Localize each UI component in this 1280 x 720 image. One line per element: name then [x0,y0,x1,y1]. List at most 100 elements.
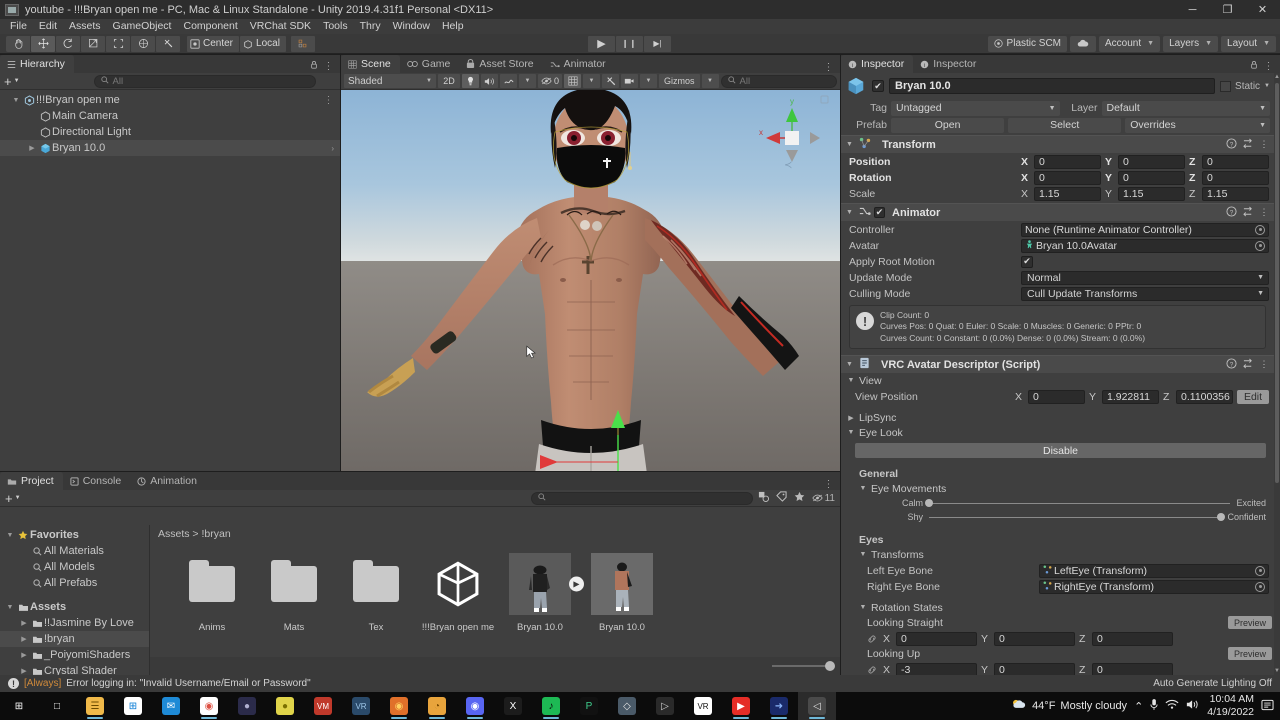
eye-slider-shy[interactable]: Shy Confident [881,510,1266,524]
status-bar[interactable]: ! [Always] Error logging in: "Invalid Us… [0,675,1280,692]
scene-fx-dropdown[interactable]: ▼ [519,74,536,88]
taskbar-firefox[interactable]: ◉ [380,692,418,720]
transform-scale-y[interactable]: 1.15 [1118,186,1185,201]
create-gameobject-button[interactable]: + ▼ [4,75,20,88]
tab-inspector[interactable]: i Inspector [913,55,986,73]
taskbar-mail[interactable]: ✉ [152,692,190,720]
hierarchy-menu-icon[interactable]: ⋮ [324,61,335,72]
foldout-icon[interactable]: ▼ [846,361,854,368]
taskbar-unity-editor[interactable]: ◁ [798,692,836,720]
object-picker-icon[interactable] [1255,581,1265,592]
asset-item[interactable]: ▶ Bryan 10.0 [508,552,584,633]
scene-grid-icon[interactable] [564,74,582,88]
foldout-icon[interactable]: ▼ [846,209,854,216]
scene-audio-icon[interactable] [481,74,498,88]
taskbar-steamvr[interactable]: VR [342,692,380,720]
eye-movements-foldout[interactable]: ▼ Eye Movements [841,481,1274,496]
taskbar-cursor-app[interactable]: ➜ [760,692,798,720]
rotation-states-foldout[interactable]: ▼ Rotation States [841,600,1274,615]
rotation-state-x[interactable]: -3 [896,662,977,675]
rotation-state-preview-button[interactable]: Preview [1228,647,1272,661]
transform-rotation-y[interactable]: 0 [1118,170,1185,185]
transform-position-z[interactable]: 0 [1202,154,1269,169]
pivot-mode-button[interactable]: Center [187,35,240,52]
project-tree-item-bryan[interactable]: ▶ !bryan [0,631,149,647]
animator-culling-mode-dropdown[interactable]: Cull Update Transforms ▼ [1021,286,1269,301]
row-menu-icon[interactable]: ⋮ [324,95,335,106]
rotation-state-z[interactable]: 0 [1092,662,1173,675]
transform-tool-icon[interactable] [131,35,155,52]
cloud-icon[interactable] [1070,35,1096,52]
gameobject-name-field[interactable]: Bryan 10.0 [889,78,1216,94]
gizmos-dropdown[interactable]: ▼ [701,74,719,88]
plastic-scm-button[interactable]: Plastic SCM [987,35,1067,52]
project-menu-icon[interactable]: ⋮ [824,479,835,490]
scene-viewport[interactable]: y x ≺ [341,90,840,471]
project-tree-item-jasmine-by-love[interactable]: ▶ !!Jasmine By Love [0,615,149,631]
menu-item-window[interactable]: Window [387,19,436,34]
taskbar-plastic-scm[interactable]: P [570,692,608,720]
transform-scale-x[interactable]: 1.15 [1034,186,1101,201]
hierarchy-search-input[interactable]: All [93,74,316,88]
transform-rotation-z[interactable]: 0 [1202,170,1269,185]
project-tree-item-assets[interactable]: ▼ Assets [0,599,149,615]
custom-tool-icon[interactable] [156,35,180,52]
menu-item-tools[interactable]: Tools [317,19,354,34]
project-tree-item-crystal-shader[interactable]: ▶ Crystal Shader [0,663,149,675]
tab-project[interactable]: Project [0,472,63,490]
view-position-x[interactable]: 0 [1028,389,1085,404]
view-position-edit-button[interactable]: Edit [1237,389,1269,404]
left-eye-bone-field[interactable]: LeftEye (Transform) [1039,563,1269,578]
help-icon[interactable]: ? [1225,206,1237,219]
filter-by-label-icon[interactable] [775,491,787,505]
component-menu-icon[interactable]: ⋮ [1260,359,1270,370]
project-tree-item-poiyomishaders[interactable]: ▶ _PoiyomiShaders [0,647,149,663]
move-tool-icon[interactable] [31,35,55,52]
view-position-z[interactable]: 0.1100356 [1176,389,1233,404]
scroll-down-arrow[interactable]: ▼ [1274,668,1280,674]
hand-tool-icon[interactable] [6,35,30,52]
animator-avatar-field[interactable]: Bryan 10.0Avatar [1021,238,1269,253]
transform-rotation-x[interactable]: 0 [1034,170,1101,185]
taskbar-vrchat-creator[interactable]: ▷ [646,692,684,720]
right-eye-bone-field[interactable]: RightEye (Transform) [1039,579,1269,594]
asset-zoom-knob[interactable] [825,661,835,671]
menu-item-component[interactable]: Component [177,19,243,34]
taskbar-substance[interactable]: X [494,692,532,720]
foldout-icon[interactable]: ▶ [18,619,30,627]
taskbar-file-explorer[interactable]: ☰ [76,692,114,720]
pivot-rotation-button[interactable]: Local [240,35,286,52]
lipsync-section-foldout[interactable]: ▶ LipSync [841,410,1274,425]
object-picker-icon[interactable] [1255,240,1265,251]
tab-animator[interactable]: Animator [542,55,615,73]
component-menu-icon[interactable]: ⋮ [1260,207,1270,218]
toggle-2d-button[interactable]: 2D [438,74,460,88]
transform-position-y[interactable]: 0 [1118,154,1185,169]
tab-asset-store[interactable]: Asset Store [459,55,543,73]
snap-grid-icon[interactable] [290,35,315,52]
taskbar-clock[interactable]: 10:04 AM 4/19/2022 [1207,693,1254,719]
slider-knob[interactable] [925,499,933,508]
inspector-scrollbar-thumb[interactable] [1275,83,1279,483]
maximize-button[interactable]: ❐ [1210,0,1245,19]
project-search-input[interactable] [530,491,753,505]
component-menu-icon[interactable]: ⋮ [1260,139,1270,150]
eye-slider-calm[interactable]: Calm Excited [881,496,1266,510]
scene-search-input[interactable]: All [720,74,837,88]
layer-dropdown[interactable]: Default ▼ [1101,100,1270,116]
scene-lighting-icon[interactable] [462,74,479,88]
play-button[interactable]: ▶ [588,35,615,52]
animator-update-mode-dropdown[interactable]: Normal ▼ [1021,270,1269,285]
project-tree-item-all-models[interactable]: All Models [0,559,149,575]
taskbar-microsoft-store[interactable]: ⊞ [114,692,152,720]
asset-item[interactable]: Bryan 10.0 [590,552,654,633]
layers-dropdown[interactable]: Layers ▼ [1163,35,1219,52]
account-dropdown[interactable]: Account ▼ [1099,35,1161,52]
animator-component-header[interactable]: ▼ Animator ? ⋮ [841,203,1274,221]
tag-dropdown[interactable]: Untagged ▼ [891,100,1060,116]
link-icon[interactable] [867,634,883,644]
taskbar-task-view-button[interactable]: □ [38,692,76,720]
breadcrumb[interactable]: Assets > !bryan [150,525,840,542]
taskbar-unity-hub[interactable]: ◇ [608,692,646,720]
foldout-icon[interactable]: ▶ [26,144,38,152]
